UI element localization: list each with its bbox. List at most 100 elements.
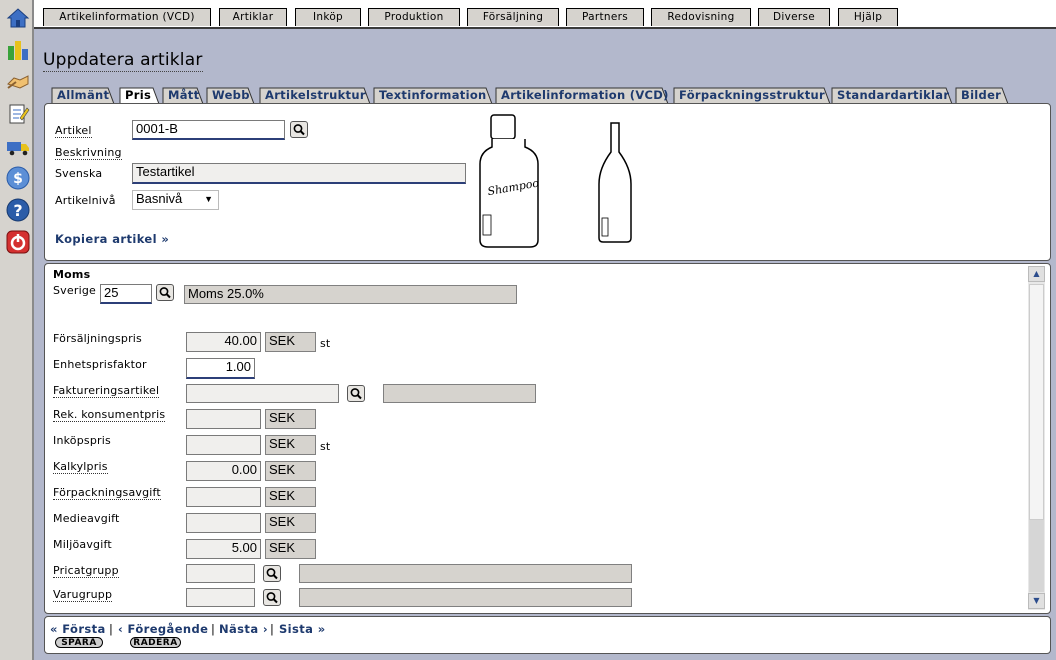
- artikelniva-label: Artikelnivå: [55, 194, 116, 207]
- artikel-search-button[interactable]: [290, 121, 308, 138]
- spara-button[interactable]: SPARA: [55, 637, 103, 648]
- scroll-track[interactable]: [1029, 520, 1044, 592]
- nav-last-link[interactable]: Sista »: [279, 622, 326, 636]
- artikel-input[interactable]: 0001-B: [132, 120, 285, 140]
- home-icon[interactable]: [6, 6, 30, 30]
- forpackningsavgift-input[interactable]: [186, 487, 261, 507]
- tab-artikelinformation-vcd[interactable]: Artikelinformation (VCD): [497, 87, 669, 103]
- artikelniva-select[interactable]: Basnivå ▼: [132, 190, 219, 210]
- enhetsprisfaktor-input[interactable]: 1.00: [186, 358, 255, 379]
- nav-first-link[interactable]: « Första: [50, 622, 106, 636]
- faktureringsartikel-description: [383, 384, 536, 403]
- menu-produktion[interactable]: Produktion: [368, 8, 460, 26]
- forsaljningspris-input[interactable]: 40.00: [186, 332, 261, 352]
- kalkylpris-currency: SEK: [265, 461, 316, 481]
- tab-matt[interactable]: Mått: [164, 87, 199, 103]
- tab-pris[interactable]: Pris: [121, 87, 151, 103]
- nav-previous-link[interactable]: ‹ Föregående: [118, 622, 208, 636]
- price-panel: Moms Sverige 25 Moms 25.0% Försäljningsp…: [44, 263, 1051, 614]
- tab-textinformation[interactable]: Textinformation: [375, 87, 487, 103]
- beskrivning-label: Beskrivning: [55, 146, 122, 160]
- kopiera-artikel-link[interactable]: Kopiera artikel »: [55, 232, 169, 246]
- magnifier-icon: [159, 287, 171, 299]
- tab-standardartiklar[interactable]: Standardartiklar: [833, 87, 949, 103]
- menu-inkop[interactable]: Inköp: [295, 8, 361, 26]
- forsaljningspris-currency: SEK: [265, 332, 316, 352]
- miljoavgift-label: Miljöavgift: [53, 538, 112, 551]
- rek-konsumentpris-currency: SEK: [265, 409, 316, 429]
- magnifier-icon: [266, 568, 278, 580]
- navigation-panel: « Första | ‹ Föregående | Nästa › | Sist…: [44, 616, 1051, 654]
- menu-artiklar[interactable]: Artiklar: [219, 8, 287, 26]
- chevron-down-icon: ▼: [204, 194, 213, 204]
- tab-bar: Allmänt Pris Mått Webb Artikelstruktur T…: [42, 87, 1050, 104]
- medieavgift-input[interactable]: [186, 513, 261, 533]
- svenska-input[interactable]: Testartikel: [132, 163, 466, 184]
- notepad-icon[interactable]: [6, 102, 30, 126]
- varugrupp-search-button[interactable]: [263, 589, 281, 606]
- shampoo-bottle-image: Shampoo: [479, 114, 540, 248]
- menu-redovisning[interactable]: Redovisning: [651, 8, 751, 26]
- varugrupp-label: Varugrupp: [53, 588, 113, 602]
- tab-forpackningsstruktur[interactable]: Förpackningsstruktur: [675, 87, 825, 103]
- kalkylpris-input[interactable]: 0.00: [186, 461, 261, 481]
- artikelniva-selected: Basnivå: [136, 191, 183, 206]
- radera-button[interactable]: RADERA: [130, 637, 181, 648]
- moms-search-button[interactable]: [156, 284, 174, 301]
- faktureringsartikel-search-button[interactable]: [347, 385, 365, 402]
- kalkylpris-label: Kalkylpris: [53, 460, 108, 474]
- pricatgrupp-description: [299, 564, 632, 583]
- tab-bilder[interactable]: Bilder: [957, 87, 1001, 103]
- menu-diverse[interactable]: Diverse: [758, 8, 830, 26]
- svenska-label: Svenska: [55, 167, 103, 180]
- magnifier-icon: [266, 592, 278, 604]
- sverige-label: Sverige: [53, 284, 96, 297]
- magnifier-icon: [350, 388, 362, 400]
- inkopspris-currency: SEK: [265, 435, 316, 455]
- forsaljningspris-unit: st: [320, 337, 331, 350]
- menu-artikelinformation[interactable]: Artikelinformation (VCD): [43, 8, 211, 26]
- forpackningsavgift-currency: SEK: [265, 487, 316, 507]
- menu-forsaljning[interactable]: Försäljning: [467, 8, 559, 26]
- rek-konsumentpris-input[interactable]: [186, 409, 261, 429]
- truck-icon[interactable]: [6, 134, 30, 158]
- pricatgrupp-search-button[interactable]: [263, 565, 281, 582]
- medieavgift-currency: SEK: [265, 513, 316, 533]
- inkopspris-input[interactable]: [186, 435, 261, 455]
- article-panel: Artikel 0001-B Beskrivning Svenska Testa…: [44, 103, 1051, 261]
- power-icon[interactable]: [6, 230, 30, 254]
- pricatgrupp-input[interactable]: [186, 564, 255, 583]
- menu-partners[interactable]: Partners: [566, 8, 644, 26]
- rek-konsumentpris-label: Rek. konsumentpris: [53, 408, 166, 422]
- left-toolbar: $ ?: [0, 0, 34, 660]
- scroll-down-arrow-icon[interactable]: ▼: [1028, 593, 1045, 609]
- scroll-thumb[interactable]: [1029, 284, 1044, 520]
- tab-allmant[interactable]: Allmänt: [53, 87, 109, 103]
- moms-code-input[interactable]: 25: [100, 284, 152, 304]
- moms-heading: Moms: [53, 268, 91, 281]
- faktureringsartikel-label: Faktureringsartikel: [53, 384, 160, 398]
- forsaljningspris-label: Försäljningspris: [53, 332, 142, 345]
- menu-hjalp[interactable]: Hjälp: [838, 8, 898, 26]
- moms-description: Moms 25.0%: [184, 285, 517, 304]
- inkopspris-unit: st: [320, 440, 331, 453]
- varugrupp-input[interactable]: [186, 588, 255, 607]
- svg-text:$: $: [13, 171, 23, 187]
- scroll-up-arrow-icon[interactable]: ▲: [1028, 266, 1045, 282]
- page-title: Uppdatera artiklar: [43, 50, 203, 72]
- varugrupp-description: [299, 588, 632, 607]
- enhetsprisfaktor-label: Enhetsprisfaktor: [53, 358, 147, 371]
- magnifier-icon: [293, 124, 305, 136]
- medieavgift-label: Medieavgift: [53, 512, 120, 525]
- faktureringsartikel-input[interactable]: [186, 384, 339, 403]
- chart-icon[interactable]: [6, 38, 30, 62]
- nav-separator: |: [270, 622, 275, 636]
- dollar-icon[interactable]: $: [6, 166, 30, 190]
- handshake-icon[interactable]: [6, 70, 30, 94]
- miljoavgift-input[interactable]: 5.00: [186, 539, 261, 559]
- vertical-scrollbar[interactable]: ▲ ▼: [1028, 266, 1045, 610]
- nav-next-link[interactable]: Nästa ›: [219, 622, 268, 636]
- tab-artikelstruktur[interactable]: Artikelstruktur: [261, 87, 366, 103]
- help-icon[interactable]: ?: [6, 198, 30, 222]
- tab-webb[interactable]: Webb: [208, 87, 250, 103]
